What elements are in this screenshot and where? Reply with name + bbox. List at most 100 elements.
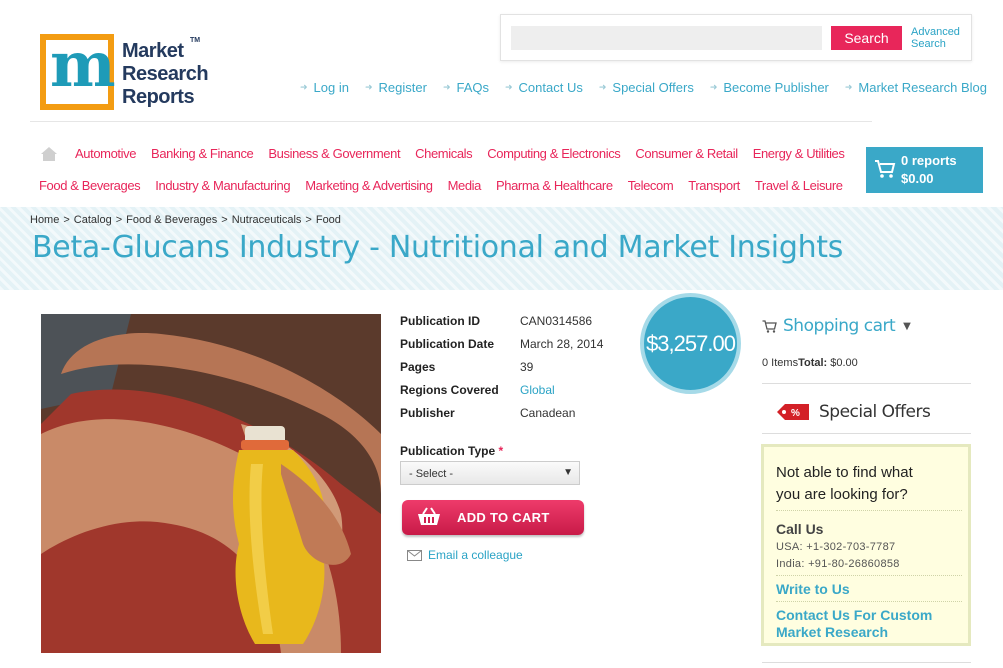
- publication-type-label-text: Publication Type: [400, 444, 496, 458]
- price-badge: $3,257.00: [640, 293, 741, 394]
- shopping-cart-toggle[interactable]: Shopping cart ▼: [762, 316, 911, 336]
- blog-link[interactable]: ➜ Market Research Blog: [845, 78, 987, 96]
- publication-type-label: Publication Type *: [400, 444, 503, 458]
- advanced-search-line-2: Search: [911, 38, 946, 50]
- nav-transport[interactable]: Transport: [688, 178, 740, 193]
- nav-consumer-retail[interactable]: Consumer & Retail: [635, 146, 738, 161]
- home-icon[interactable]: [40, 146, 58, 162]
- category-nav-row-1: Automotive Banking & Finance Business & …: [75, 146, 859, 161]
- become-publisher-link[interactable]: ➜ Become Publisher: [710, 78, 829, 96]
- add-to-cart-label: ADD TO CART: [457, 510, 550, 525]
- logo-line-2: Research: [122, 63, 209, 85]
- search-button[interactable]: Search: [831, 26, 902, 50]
- divider: [30, 121, 872, 122]
- detail-label: Regions Covered: [400, 383, 499, 397]
- arrow-icon: ➜: [364, 81, 373, 92]
- help-divider: [776, 601, 962, 602]
- divider: [762, 433, 971, 434]
- shopping-cart-title: Shopping cart: [783, 316, 896, 336]
- divider: [762, 662, 971, 663]
- detail-value: March 28, 2014: [520, 337, 604, 351]
- breadcrumb-catalog[interactable]: Catalog: [74, 214, 112, 226]
- product-photo: [41, 314, 381, 653]
- nav-chemicals[interactable]: Chemicals: [415, 146, 472, 161]
- breadcrumb-separator: >: [305, 214, 312, 226]
- publication-type-select[interactable]: - Select - ▼: [400, 461, 580, 485]
- contact-us-link-label: Contact Us: [518, 79, 583, 95]
- logo-wordmark[interactable]: Market Research Reports: [122, 40, 209, 109]
- blog-link-label: Market Research Blog: [858, 79, 988, 95]
- advanced-search-link[interactable]: Advanced Search: [911, 26, 960, 50]
- detail-value: Canadean: [520, 406, 576, 420]
- chevron-down-icon: ▼: [903, 320, 911, 332]
- nav-food-beverages[interactable]: Food & Beverages: [39, 178, 141, 193]
- breadcrumb-separator: >: [63, 214, 70, 226]
- detail-value: CAN0314586: [520, 314, 593, 328]
- nav-telecom[interactable]: Telecom: [628, 178, 674, 193]
- discount-tag-icon: %: [777, 404, 809, 420]
- cart-total-label: Total:: [798, 357, 828, 369]
- detail-label: Pages: [400, 360, 436, 374]
- cart-icon: [875, 160, 896, 178]
- arrow-icon: ➜: [598, 81, 607, 92]
- region-link[interactable]: Global: [520, 383, 555, 397]
- email-colleague-label: Email a colleague: [428, 548, 523, 562]
- logo-mark[interactable]: m: [40, 28, 116, 110]
- write-to-us-link[interactable]: Write to Us: [776, 581, 850, 598]
- search-input[interactable]: [511, 26, 822, 50]
- divider: [762, 383, 971, 384]
- nav-media[interactable]: Media: [448, 178, 482, 193]
- help-question-line-1: Not able to find what: [776, 464, 913, 481]
- help-question: Not able to find what you are looking fo…: [776, 462, 913, 506]
- cart-total-value: $0.00: [830, 357, 858, 369]
- contact-us-link[interactable]: ➜ Contact Us: [505, 78, 583, 96]
- faqs-link-label: FAQs: [456, 79, 489, 95]
- nav-pharma-healthcare[interactable]: Pharma & Healthcare: [496, 178, 613, 193]
- nav-energy-utilities[interactable]: Energy & Utilities: [753, 146, 845, 161]
- call-us-heading: Call Us: [776, 521, 824, 537]
- login-link-label: Log in: [313, 79, 349, 95]
- become-publisher-link-label: Become Publisher: [723, 79, 829, 95]
- phone-usa: USA: +1-302-703-7787: [776, 541, 896, 553]
- nav-industry-manufacturing[interactable]: Industry & Manufacturing: [155, 178, 290, 193]
- custom-research-link[interactable]: Contact Us For Custom Market Research: [776, 607, 932, 641]
- detail-value: 39: [520, 360, 534, 374]
- page-title: Beta-Glucans Industry - Nutritional and …: [32, 230, 844, 265]
- advanced-search-line-1: Advanced: [911, 26, 960, 38]
- search-bar: Search Advanced Search: [500, 14, 972, 61]
- breadcrumb-food[interactable]: Food: [316, 214, 341, 226]
- nav-marketing-advertising[interactable]: Marketing & Advertising: [305, 178, 433, 193]
- detail-label: Publication Date: [400, 337, 495, 351]
- cart-icon: [762, 319, 777, 333]
- required-mark: *: [498, 444, 504, 458]
- breadcrumb: Home > Catalog > Food & Beverages > Nutr…: [30, 214, 341, 226]
- help-divider: [776, 510, 962, 511]
- nav-banking-finance[interactable]: Banking & Finance: [151, 146, 254, 161]
- header-cart-button[interactable]: 0 reports $0.00: [866, 147, 983, 193]
- discount-tag-text: %: [791, 408, 800, 419]
- logo-trademark: TM: [190, 37, 201, 44]
- breadcrumb-nutraceuticals[interactable]: Nutraceuticals: [232, 214, 302, 226]
- help-divider: [776, 575, 962, 576]
- logo-letter: m: [50, 28, 116, 101]
- nav-automotive[interactable]: Automotive: [75, 146, 136, 161]
- nav-travel-leisure[interactable]: Travel & Leisure: [755, 178, 843, 193]
- special-offers-link[interactable]: % Special Offers: [775, 402, 931, 422]
- nav-business-government[interactable]: Business & Government: [268, 146, 400, 161]
- breadcrumb-separator: >: [115, 214, 123, 226]
- email-colleague-link[interactable]: Email a colleague: [407, 548, 523, 562]
- cart-report-count: 0 reports: [901, 153, 957, 168]
- register-link[interactable]: ➜ Register: [365, 78, 427, 96]
- nav-computing-electronics[interactable]: Computing & Electronics: [487, 146, 621, 161]
- login-link[interactable]: ➜ Log in: [300, 78, 349, 96]
- breadcrumb-food-beverages[interactable]: Food & Beverages: [126, 214, 217, 226]
- envelope-icon: [407, 549, 422, 561]
- special-offers-link[interactable]: ➜ Special Offers: [599, 78, 694, 96]
- faqs-link[interactable]: ➜ FAQs: [443, 78, 489, 96]
- add-to-cart-button[interactable]: ADD TO CART: [402, 500, 584, 535]
- cart-total: $0.00: [901, 171, 934, 186]
- special-offers-link-label: Special Offers: [612, 79, 694, 95]
- caret-down-icon: ▼: [563, 467, 573, 478]
- breadcrumb-home[interactable]: Home: [30, 214, 59, 226]
- detail-label: Publication ID: [400, 314, 481, 328]
